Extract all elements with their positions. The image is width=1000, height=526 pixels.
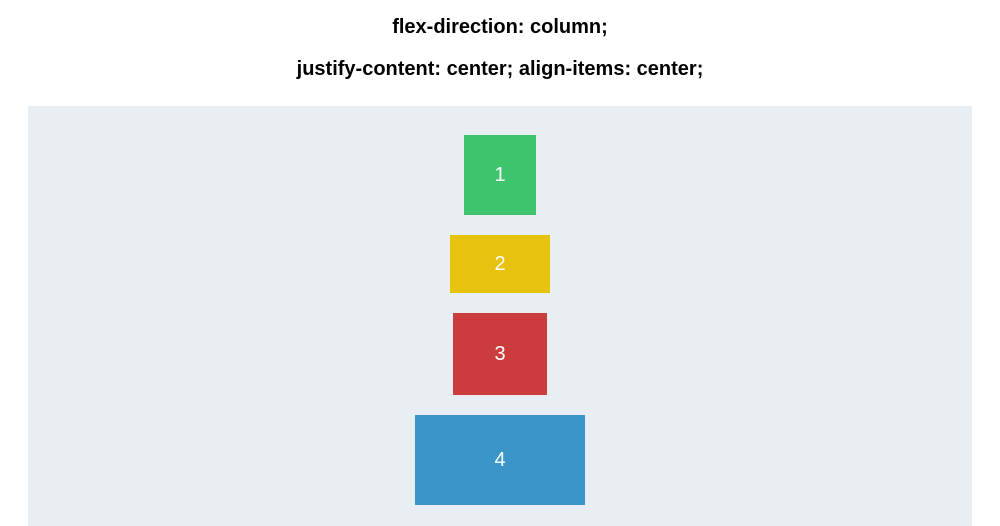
flex-item-label: 4: [494, 449, 505, 472]
flex-item-3: 3: [453, 313, 547, 395]
heading: flex-direction: column; justify-content:…: [0, 0, 1000, 106]
flex-item-label: 1: [494, 164, 505, 187]
flex-item-label: 2: [494, 253, 505, 276]
flex-item-2: 2: [450, 235, 550, 293]
flex-item-1: 1: [464, 135, 536, 215]
flex-item-4: 4: [415, 415, 585, 505]
flex-container: 1 2 3 4: [28, 106, 972, 526]
heading-line-1: flex-direction: column;: [0, 14, 1000, 40]
flex-item-label: 3: [494, 343, 505, 366]
heading-line-2: justify-content: center; align-items: ce…: [0, 56, 1000, 82]
